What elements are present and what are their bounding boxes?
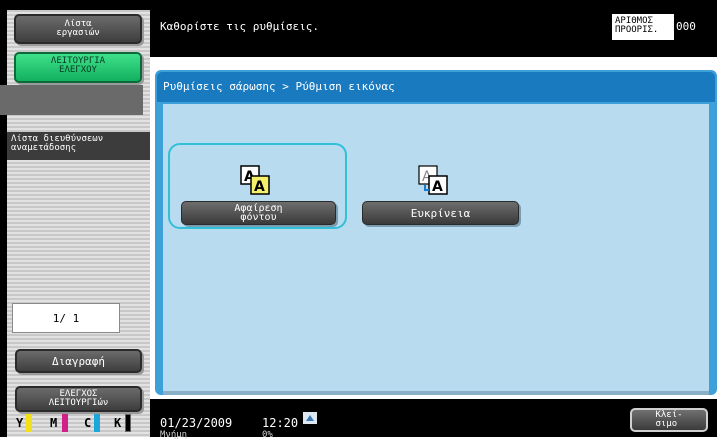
memory-label: Μνήμη xyxy=(160,430,188,440)
toner-y-label: Y xyxy=(16,416,24,430)
toner-m-label: M xyxy=(50,416,58,430)
breadcrumb: Ρυθμίσεις σάρωσης > Ρύθμιση εικόνας xyxy=(163,80,395,93)
toner-c-level xyxy=(94,414,100,432)
delete-button[interactable]: Διαγραφή xyxy=(15,349,142,373)
toner-k-label: K xyxy=(114,416,122,430)
toner-k-level xyxy=(125,414,131,432)
status-time: 12:20 xyxy=(262,416,299,430)
check-functions-button[interactable]: ΕΛΕΓΧΟΣ ΛΕΙΤΟΥΡΓΙών xyxy=(15,386,142,412)
network-status-icon xyxy=(303,412,317,424)
instruction-message: Καθορίστε τις ρυθμίσεις. xyxy=(160,20,319,33)
sharpness-button[interactable]: Ευκρίνεια xyxy=(362,201,519,225)
page-counter: 1/ 1 xyxy=(12,303,120,333)
destination-count-value: 000 xyxy=(676,20,696,33)
status-date: 01/23/2009 xyxy=(160,416,233,430)
background-removal-icon: A A xyxy=(240,165,270,195)
address-list-tab[interactable]: Λίστα διευθύνσεων αναμετάδοσης xyxy=(7,132,150,160)
toner-y-level xyxy=(26,414,32,432)
close-button[interactable]: Κλεί- σιμο xyxy=(630,408,708,432)
memory-value: 0% xyxy=(262,430,273,440)
options-area-footer xyxy=(163,391,709,395)
functions-tab[interactable]: ΛΕΙΤΟΥΡΓΙΑ ΕΛΕΓΧΟΥ xyxy=(14,52,142,83)
sharpness-icon: A A xyxy=(418,165,448,195)
toner-c-label: C xyxy=(84,416,92,430)
job-list-button[interactable]: Λίστα εργασιών xyxy=(14,14,142,44)
svg-text:A: A xyxy=(432,179,443,195)
sidebar-spacer xyxy=(0,85,143,115)
toner-m-level xyxy=(62,414,68,432)
background-removal-button[interactable]: Αφαίρεση φόντου xyxy=(181,201,336,225)
destination-count-label: ΑΡΙΘΜΟΣ ΠΡΟΟΡΙΣ. xyxy=(612,14,674,40)
svg-text:A: A xyxy=(254,179,265,195)
